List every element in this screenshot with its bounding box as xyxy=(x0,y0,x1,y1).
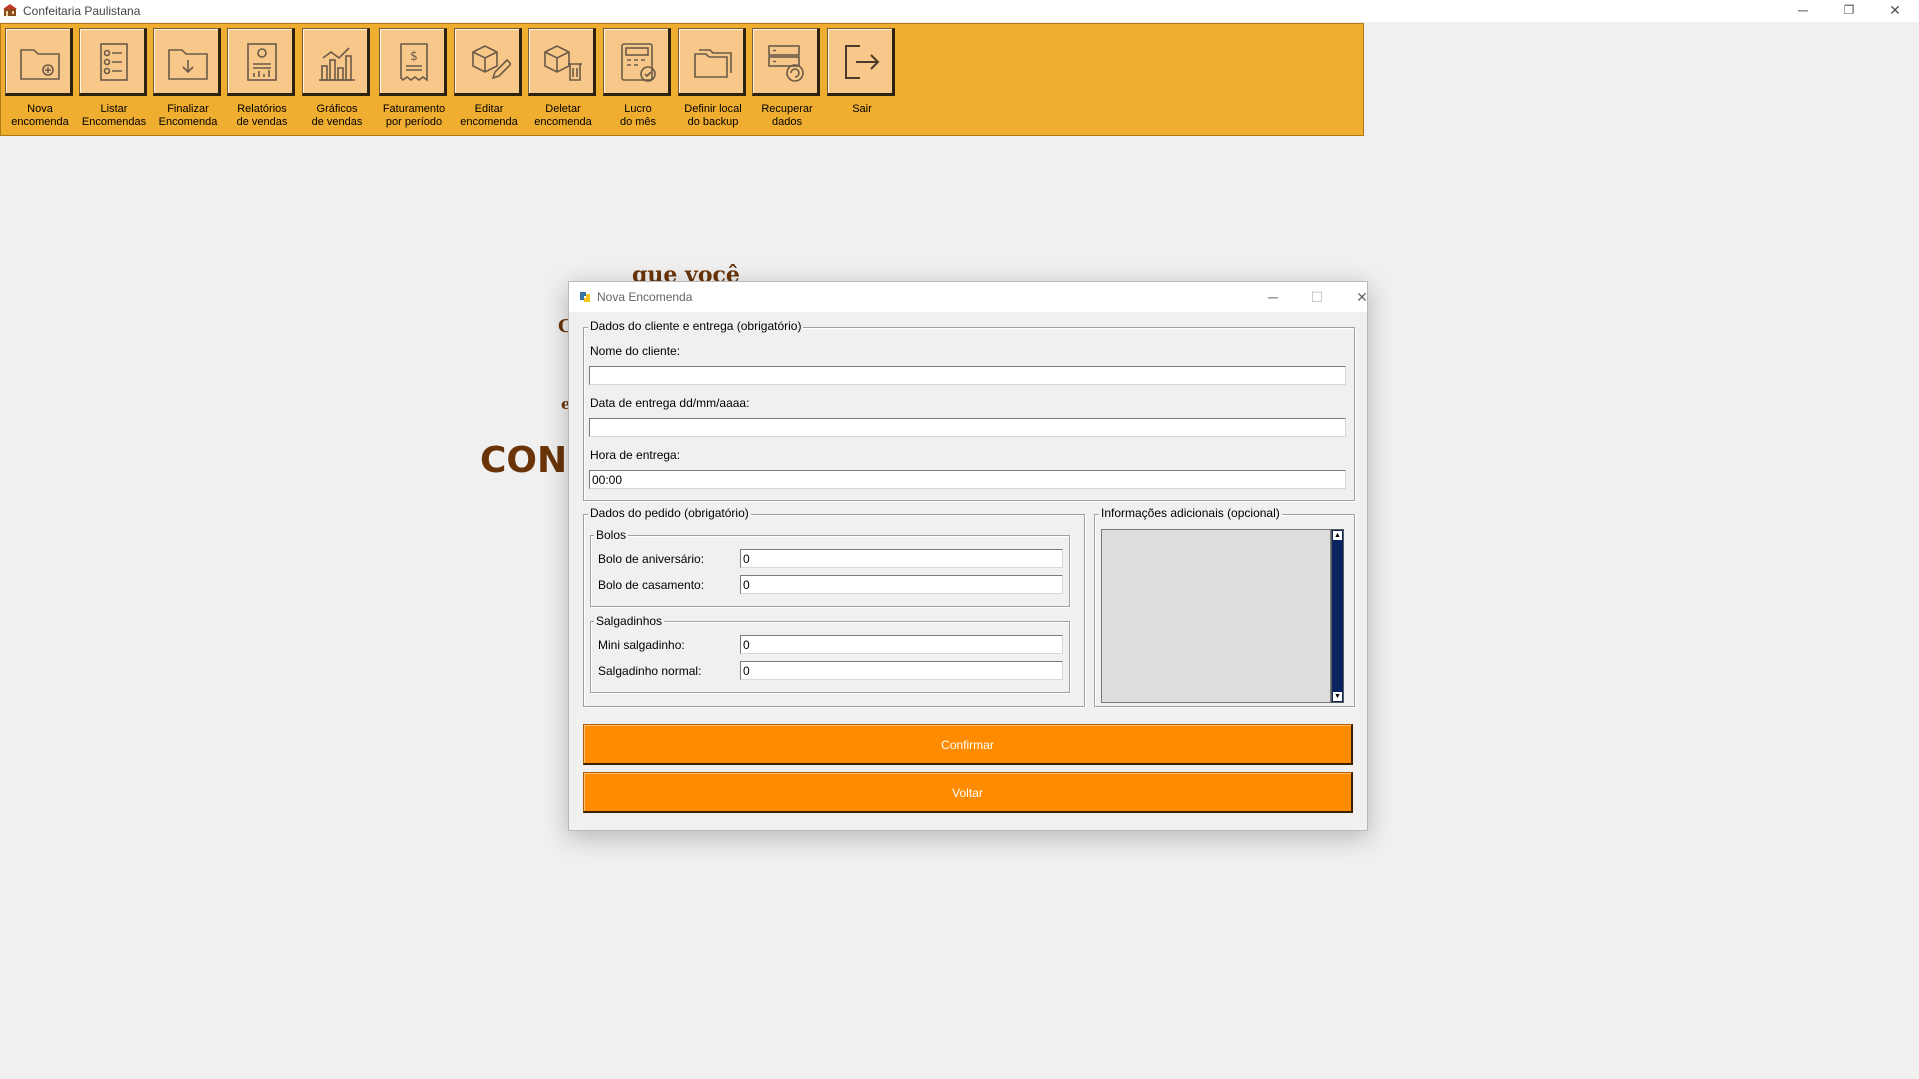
receipt-dollar-icon: $ xyxy=(400,43,428,82)
dialog-minimize-button[interactable]: ─ xyxy=(1255,286,1291,308)
finalizar-encomenda-button[interactable]: Finalizar Encomenda xyxy=(151,26,225,136)
additional-info-legend: Informações adicionais (opcional) xyxy=(1099,506,1282,520)
python-icon xyxy=(580,292,590,302)
client-name-label: Nome do cliente: xyxy=(590,344,681,358)
tool-label: Deletar xyxy=(545,103,581,115)
dialog-title-bar: Nova Encomenda ─ ☐ ✕ xyxy=(569,282,1368,312)
lucro-mes-button[interactable]: Lucro do mês xyxy=(601,26,675,136)
main-toolbar: Nova encomenda Listar Encomendas Finalizar… xyxy=(0,23,1364,136)
minimize-button[interactable]: ─ xyxy=(1780,0,1826,22)
tool-tile xyxy=(827,28,895,96)
wedding-cake-label: Bolo de casamento: xyxy=(598,578,705,592)
folders-icon xyxy=(694,49,732,78)
faturamento-periodo-button[interactable]: $ Faturamento por período xyxy=(377,26,451,136)
normal-snack-input[interactable] xyxy=(740,661,1063,680)
nova-encomenda-dialog: Nova Encomenda ─ ☐ ✕ Dados do cliente e … xyxy=(568,281,1368,831)
order-group-legend: Dados do pedido (obrigatório) xyxy=(588,506,751,520)
client-data-group: Dados do cliente e entrega (obrigatório)… xyxy=(583,319,1355,501)
dialog-maximize-button: ☐ xyxy=(1310,289,1324,305)
delivery-date-input[interactable] xyxy=(589,418,1346,437)
client-group-legend: Dados do cliente e entrega (obrigatório) xyxy=(588,319,804,333)
sair-button[interactable]: Sair xyxy=(825,26,899,136)
back-button[interactable]: Voltar xyxy=(583,772,1353,813)
calculator-money-icon xyxy=(621,43,656,82)
tool-tile: $ xyxy=(379,28,447,96)
tool-tile xyxy=(5,28,73,96)
mini-snack-label: Mini salgadinho: xyxy=(598,638,685,652)
tool-label: Gráficos xyxy=(316,103,358,115)
editar-encomenda-button[interactable]: Editar encomenda xyxy=(452,26,526,136)
nova-encomenda-button[interactable]: Nova encomenda xyxy=(3,26,77,136)
tool-tile xyxy=(227,28,295,96)
mini-snack-input[interactable] xyxy=(740,635,1063,654)
tool-label: Faturamento xyxy=(382,103,446,115)
confirm-button[interactable]: Confirmar xyxy=(583,724,1353,765)
bar-chart-icon xyxy=(319,47,355,81)
tool-label: Sair xyxy=(852,103,872,115)
tool-label: por período xyxy=(385,116,443,128)
dialog-title: Nova Encomenda xyxy=(597,290,693,304)
tool-label: Relatórios xyxy=(237,103,287,115)
tool-label: de vendas xyxy=(236,116,288,128)
graficos-vendas-button[interactable]: Gráficos de vendas xyxy=(300,26,374,136)
additional-info-textarea[interactable] xyxy=(1101,529,1331,703)
report-icon xyxy=(247,43,277,81)
tool-label: Lucro xyxy=(624,103,652,115)
additional-info-group: Informações adicionais (opcional) ▲ ▼ xyxy=(1094,506,1355,707)
checklist-icon xyxy=(100,43,128,81)
tool-label: do mês xyxy=(619,116,657,128)
tool-label: encomenda xyxy=(534,116,592,128)
order-data-group: Dados do pedido (obrigatório) Bolos Bolo… xyxy=(583,506,1085,707)
tool-tile xyxy=(752,28,820,96)
normal-snack-label: Salgadinho normal: xyxy=(598,664,702,678)
exit-icon xyxy=(845,45,880,79)
tool-tile xyxy=(79,28,147,96)
recuperar-dados-button[interactable]: Recuperar dados xyxy=(750,26,824,136)
listar-encomendas-button[interactable]: Listar Encomendas xyxy=(77,26,151,136)
tool-tile xyxy=(302,28,370,96)
snacks-group: Salgadinhos Mini salgadinho: Salgadinho … xyxy=(590,614,1070,693)
folder-download-icon xyxy=(168,49,208,80)
snacks-legend: Salgadinhos xyxy=(594,614,665,628)
close-button[interactable]: ✕ xyxy=(1872,0,1918,22)
scroll-up-icon[interactable]: ▲ xyxy=(1333,531,1342,540)
app-title: Confeitaria Paulistana xyxy=(23,4,141,18)
birthday-cake-input[interactable] xyxy=(740,549,1063,568)
tool-label: Recuperar xyxy=(761,103,813,115)
client-name-input[interactable] xyxy=(589,366,1346,385)
definir-backup-button[interactable]: Definir local do backup xyxy=(676,26,750,136)
bakery-icon xyxy=(3,4,17,16)
scroll-down-icon[interactable]: ▼ xyxy=(1333,692,1342,701)
notes-scrollbar[interactable]: ▲ ▼ xyxy=(1331,529,1344,703)
restore-button[interactable]: ❐ xyxy=(1826,0,1872,22)
birthday-cake-label: Bolo de aniversário: xyxy=(598,552,705,566)
tool-tile xyxy=(454,28,522,96)
deletar-encomenda-button[interactable]: Deletar encomenda xyxy=(526,26,600,136)
tool-tile xyxy=(153,28,221,96)
cakes-legend: Bolos xyxy=(594,528,629,542)
delivery-time-input[interactable] xyxy=(589,470,1346,489)
delivery-date-label: Data de entrega dd/mm/aaaa: xyxy=(590,396,750,410)
tool-tile xyxy=(528,28,596,96)
folder-add-icon xyxy=(20,49,60,80)
edit-package-icon xyxy=(472,45,511,80)
main-title-bar: Confeitaria Paulistana ─ ❐ ✕ xyxy=(0,0,1919,22)
tool-tile xyxy=(603,28,671,96)
tool-tile xyxy=(678,28,746,96)
wedding-cake-input[interactable] xyxy=(740,575,1063,594)
server-restore-icon xyxy=(768,45,804,82)
delete-package-icon xyxy=(544,45,582,81)
relatorios-vendas-button[interactable]: Relatórios de vendas xyxy=(225,26,299,136)
dialog-close-button[interactable]: ✕ xyxy=(1344,286,1380,308)
svg-text:$: $ xyxy=(410,49,418,63)
delivery-time-label: Hora de entrega: xyxy=(590,448,681,462)
cakes-group: Bolos Bolo de aniversário: Bolo de casam… xyxy=(590,528,1070,607)
tool-label: de vendas xyxy=(311,116,363,128)
tool-label: dados xyxy=(772,116,802,128)
